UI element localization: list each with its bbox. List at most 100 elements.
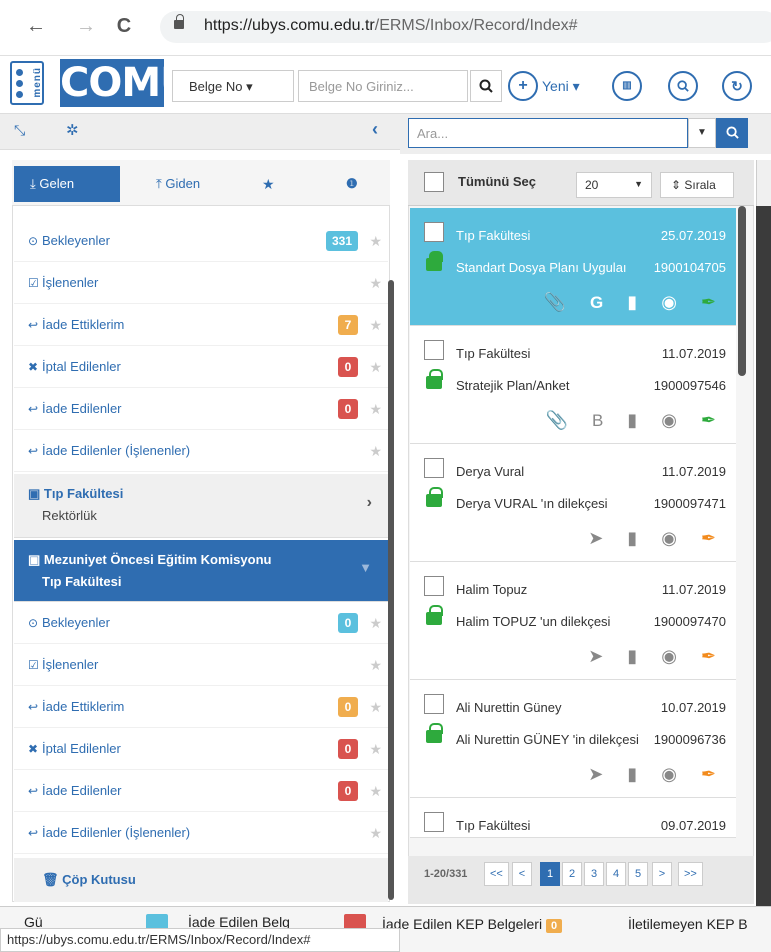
card-checkbox[interactable] — [424, 812, 444, 832]
folder-item[interactable]: ↩ İade Ettiklerim 0 ★ — [14, 686, 388, 728]
star-icon[interactable]: ★ — [369, 220, 382, 262]
document-card[interactable]: Tıp Fakültesi 11.07.2019 Stratejik Plan/An… — [410, 326, 736, 444]
group-mezuniyet[interactable]: ▣ Mezuniyet Öncesi Eğitim Komisyonu Tıp … — [14, 540, 388, 602]
briefcase-icon[interactable]: ▮ — [627, 410, 637, 431]
menu-button[interactable]: menü — [10, 61, 44, 105]
chevron-left-icon[interactable]: ‹ — [372, 119, 378, 140]
collapse-arrows-icon[interactable]: ⤡ — [14, 122, 25, 139]
star-icon[interactable]: ★ — [369, 262, 382, 304]
document-card[interactable]: Derya Vural 11.07.2019 Derya VURAL 'ın dil… — [410, 444, 736, 562]
eye-icon[interactable]: ◉ — [661, 410, 677, 431]
sort-button[interactable]: ⇕ Sırala — [660, 172, 734, 198]
search-dropdown-icon[interactable]: ▼ — [688, 118, 716, 148]
bottom-item-4[interactable]: İletilemeyen KEP B — [628, 916, 748, 932]
page-button[interactable]: > — [652, 862, 672, 886]
list-search-input[interactable]: Ara... — [408, 118, 688, 148]
group-tip-fakultesi[interactable]: ▣ Tıp Fakültesi Rektörlük › — [14, 474, 388, 538]
send-icon[interactable]: ➤ — [588, 646, 603, 667]
select-all-label: Tümünü Seç — [458, 174, 537, 189]
attachment-icon[interactable]: 📎 — [544, 292, 566, 313]
eye-icon[interactable]: ◉ — [661, 764, 677, 785]
select-all-checkbox[interactable] — [424, 172, 444, 192]
page-button[interactable]: << — [484, 862, 509, 886]
folder-item[interactable]: ⊙ Bekleyenler 331 ★ — [14, 220, 388, 262]
eye-icon[interactable]: ◉ — [661, 528, 677, 549]
list-scrollbar[interactable] — [738, 206, 746, 376]
back-button[interactable]: ← — [24, 14, 48, 38]
pen-icon[interactable]: ✒ — [701, 292, 716, 313]
page-button[interactable]: 1 — [540, 862, 560, 886]
tab-favorites-star-icon[interactable]: ★ — [262, 176, 275, 193]
new-button[interactable]: Yeni ▾ — [542, 78, 580, 95]
pen-icon[interactable]: ✒ — [701, 528, 716, 549]
card-checkbox[interactable] — [424, 340, 444, 360]
chart-icon[interactable]: ▥ — [612, 71, 642, 101]
tab-giden[interactable]: ⤒ Giden — [156, 176, 200, 192]
search-icon[interactable] — [716, 118, 748, 148]
count-badge: 0 — [338, 781, 358, 801]
reload-button[interactable]: C — [112, 14, 136, 38]
card-checkbox[interactable] — [424, 694, 444, 714]
star-icon[interactable]: ★ — [369, 728, 382, 770]
star-icon[interactable]: ★ — [369, 644, 382, 686]
folder-item[interactable]: ✖ İptal Edilenler 0 ★ — [14, 728, 388, 770]
document-card[interactable]: Halim Topuz 11.07.2019 Halim TOPUZ 'un dil… — [410, 562, 736, 680]
star-icon[interactable]: ★ — [369, 388, 382, 430]
pen-icon[interactable]: ✒ — [701, 410, 716, 431]
page-button[interactable]: 2 — [562, 862, 582, 886]
page-button[interactable]: 5 — [628, 862, 648, 886]
folder-item[interactable]: ☑ İşlenenler ★ — [14, 262, 388, 304]
attachment-icon[interactable]: 📎 — [546, 410, 568, 431]
refresh-icon[interactable]: ↻ — [722, 71, 752, 101]
forward-button[interactable]: → — [74, 14, 98, 38]
folder-item[interactable]: ✖ İptal Edilenler 0 ★ — [14, 346, 388, 388]
eye-icon[interactable]: ◉ — [661, 292, 677, 313]
star-icon[interactable]: ★ — [369, 812, 382, 854]
trash-folder[interactable]: 🗑 Çöp Kutusu — [14, 858, 388, 902]
folder-item[interactable]: ↩ İade Ettiklerim 7 ★ — [14, 304, 388, 346]
folder-item[interactable]: ↩ İade Edilenler (İşlenenler) ★ — [14, 430, 388, 472]
gear-icon[interactable]: ✲ — [66, 121, 79, 139]
folder-scrollbar[interactable] — [388, 280, 394, 900]
folder-item[interactable]: ↩ İade Edilenler (İşlenenler) ★ — [14, 812, 388, 854]
page-button[interactable]: 3 — [584, 862, 604, 886]
document-card[interactable]: Tıp Fakültesi 25.07.2019 Standart Dosya Pl… — [410, 208, 736, 326]
page-button[interactable]: 4 — [606, 862, 626, 886]
briefcase-icon[interactable]: ▮ — [627, 292, 637, 313]
star-icon[interactable]: ★ — [369, 430, 382, 472]
add-icon[interactable]: + — [508, 71, 538, 101]
folder-item[interactable]: ↩ İade Edilenler 0 ★ — [14, 388, 388, 430]
folder-item[interactable]: ☑ İşlenenler ★ — [14, 644, 388, 686]
star-icon[interactable]: ★ — [369, 346, 382, 388]
page-button[interactable]: < — [512, 862, 532, 886]
search-icon[interactable] — [470, 70, 502, 102]
star-icon[interactable]: ★ — [369, 686, 382, 728]
belge-type-select[interactable]: Belge No ▾ — [172, 70, 294, 102]
send-icon[interactable]: ➤ — [588, 528, 603, 549]
document-card[interactable]: Tıp Fakültesi 09.07.2019 — [410, 798, 736, 838]
briefcase-icon[interactable]: ▮ — [627, 764, 637, 785]
page-button[interactable]: >> — [678, 862, 703, 886]
card-checkbox[interactable] — [424, 458, 444, 478]
tab-gelen[interactable]: ⤓ Gelen — [14, 166, 120, 202]
card-checkbox[interactable] — [424, 576, 444, 596]
card-checkbox[interactable] — [424, 222, 444, 242]
briefcase-icon[interactable]: ▮ — [627, 528, 637, 549]
document-card[interactable]: Ali Nurettin Güney 10.07.2019 Ali Nurettin… — [410, 680, 736, 798]
folder-item[interactable]: ⊙ Bekleyenler 0 ★ — [14, 602, 388, 644]
pen-icon[interactable]: ✒ — [701, 646, 716, 667]
star-icon[interactable]: ★ — [369, 602, 382, 644]
page-size-select[interactable]: 20 ▼ — [576, 172, 652, 198]
send-icon[interactable]: ➤ — [588, 764, 603, 785]
pen-icon[interactable]: ✒ — [701, 764, 716, 785]
bottom-item-3[interactable]: İade Edilen KEP Belgeleri 0 — [382, 916, 563, 933]
search-circle-icon[interactable] — [668, 71, 698, 101]
url-text[interactable]: https://ubys.comu.edu.tr/ERMS/Inbox/Reco… — [204, 17, 578, 35]
eye-icon[interactable]: ◉ — [661, 646, 677, 667]
folder-item[interactable]: ↩ İade Edilenler 0 ★ — [14, 770, 388, 812]
star-icon[interactable]: ★ — [369, 304, 382, 346]
tab-info-icon[interactable]: ❶ — [346, 176, 358, 192]
belge-no-input[interactable]: Belge No Giriniz... — [298, 70, 468, 102]
star-icon[interactable]: ★ — [369, 770, 382, 812]
briefcase-icon[interactable]: ▮ — [627, 646, 637, 667]
